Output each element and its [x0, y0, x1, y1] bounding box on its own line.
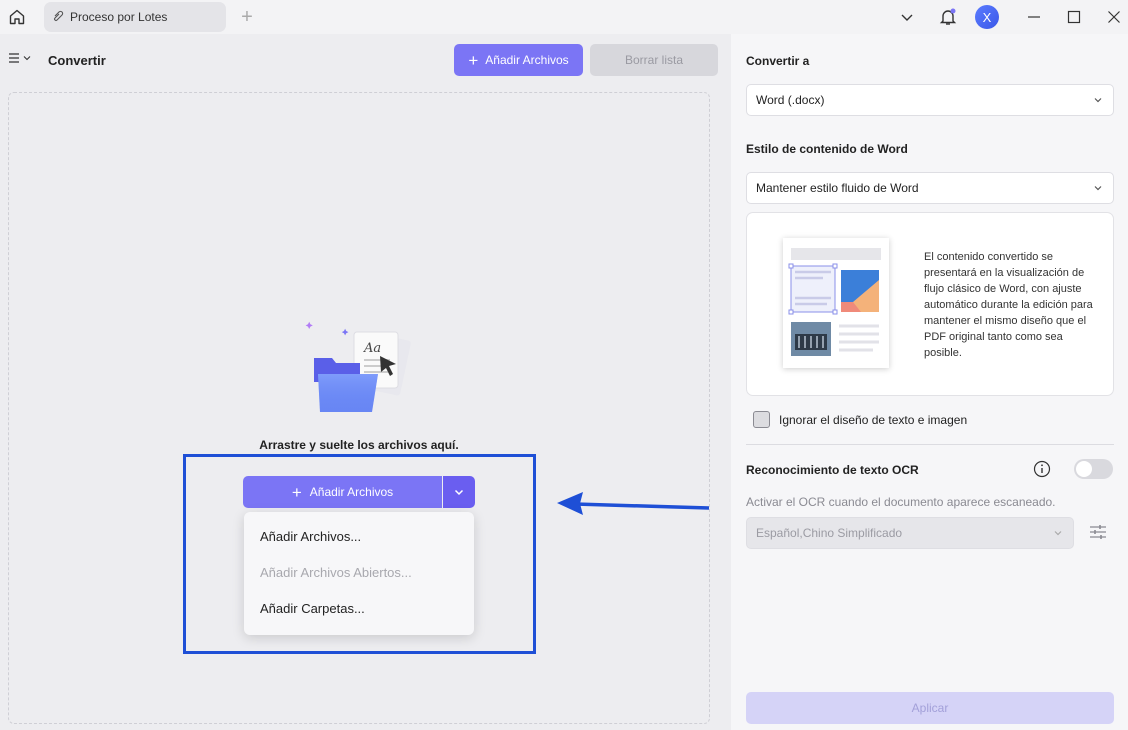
info-icon[interactable]: [1033, 460, 1051, 478]
style-description: El contenido convertido se presentará en…: [924, 251, 1093, 359]
svg-text:Aa: Aa: [363, 341, 381, 356]
menu-item-add-open-files: Añadir Archivos Abiertos...: [260, 564, 412, 580]
style-preview-card: El contenido convertido se presentará en…: [746, 212, 1114, 396]
convert-to-label: Convertir a: [746, 54, 810, 68]
hamburger-icon: [9, 53, 19, 63]
add-files-main-button[interactable]: + Añadir Archivos: [243, 476, 442, 508]
title-bar: Proceso por Lotes + X: [0, 0, 1128, 34]
add-files-main-label: Añadir Archivos: [309, 485, 394, 499]
word-style-label: Estilo de contenido de Word: [746, 142, 908, 156]
close-icon[interactable]: [1102, 5, 1126, 29]
format-select-value: Word (.docx): [756, 93, 825, 107]
conversion-settings-panel: Convertir a Word (.docx) Estilo de conte…: [731, 34, 1128, 730]
chevron-down-icon: [23, 56, 31, 61]
page-title: Convertir: [48, 53, 106, 68]
chevron-down-icon[interactable]: [895, 5, 919, 29]
home-icon[interactable]: [6, 6, 28, 28]
avatar[interactable]: X: [975, 5, 999, 29]
minimize-icon[interactable]: [1022, 5, 1046, 29]
ocr-description: Activar el OCR cuando el documento apare…: [746, 495, 1056, 509]
clear-list-button[interactable]: Borrar lista: [590, 44, 718, 76]
ocr-language-value: Español,Chino Simplificado: [756, 526, 903, 540]
folder-illustration-icon: Aa: [305, 321, 411, 412]
drop-instructions: Arrastre y suelte los archivos aquí.: [259, 438, 459, 452]
file-list-panel: Convertir + Añadir Archivos Borrar lista…: [0, 34, 728, 730]
word-style-select-value: Mantener estilo fluido de Word: [756, 181, 919, 195]
arrow-left-icon: [557, 492, 710, 515]
ocr-toggle[interactable]: [1074, 459, 1113, 479]
tab-icon: [52, 10, 64, 25]
ignore-layout-label: Ignorar el diseño de texto e imagen: [779, 412, 968, 427]
chevron-down-icon: [1094, 186, 1102, 191]
ignore-layout-option[interactable]: Ignorar el diseño de texto e imagen: [753, 411, 967, 428]
plus-icon[interactable]: +: [236, 6, 258, 28]
maximize-icon[interactable]: [1062, 5, 1086, 29]
tab-batch-process[interactable]: Proceso por Lotes: [44, 2, 226, 32]
add-files-dropdown-menu: Añadir Archivos... Añadir Archivos Abier…: [244, 512, 474, 635]
bell-icon[interactable]: [936, 5, 960, 29]
menu-button[interactable]: [8, 52, 31, 64]
word-style-select[interactable]: Mantener estilo fluido de Word: [746, 172, 1114, 204]
ignore-layout-checkbox[interactable]: [753, 411, 770, 428]
chevron-down-icon: [1094, 98, 1102, 103]
tab-label: Proceso por Lotes: [70, 10, 168, 24]
apply-button[interactable]: Aplicar: [746, 692, 1114, 724]
add-files-label: Añadir Archivos: [485, 53, 569, 67]
add-files-dropdown-toggle[interactable]: [443, 476, 475, 508]
chevron-down-icon: [454, 489, 464, 496]
menu-item-add-files[interactable]: Añadir Archivos...: [244, 518, 474, 554]
sliders-icon[interactable]: [1088, 522, 1108, 542]
menu-item-add-folders[interactable]: Añadir Carpetas...: [244, 590, 474, 626]
ocr-label: Reconocimiento de texto OCR: [746, 463, 919, 477]
divider: [746, 444, 1114, 445]
document-preview-icon: [783, 238, 889, 368]
format-select[interactable]: Word (.docx): [746, 84, 1114, 116]
add-files-button[interactable]: + Añadir Archivos: [454, 44, 583, 76]
plus-icon: +: [291, 482, 302, 502]
chevron-down-icon: [1054, 531, 1062, 536]
plus-icon: +: [468, 50, 479, 70]
ocr-language-select: Español,Chino Simplificado: [746, 517, 1074, 549]
